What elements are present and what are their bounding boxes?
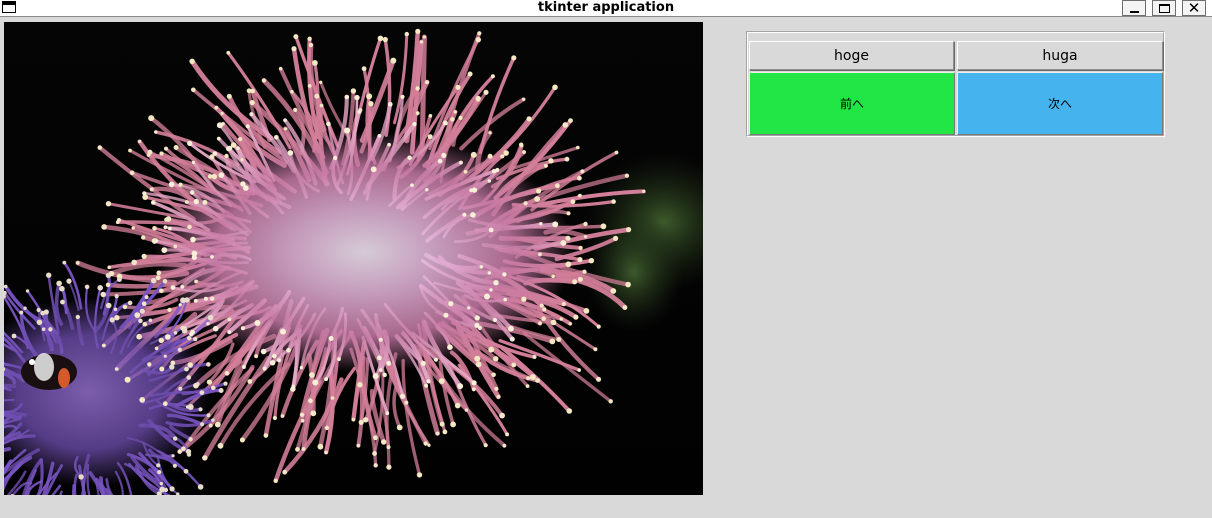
hoge-button[interactable]: hoge — [749, 41, 954, 70]
maximize-icon — [1158, 3, 1170, 13]
app-window: tkinter application ✕ hoge huga 前へ 次へ — [0, 0, 1212, 518]
anemone-image — [4, 22, 703, 495]
close-button[interactable]: ✕ — [1182, 0, 1206, 16]
next-button[interactable]: 次へ — [957, 72, 1163, 135]
minimize-icon — [1129, 11, 1139, 13]
window-title: tkinter application — [537, 0, 675, 15]
previous-button[interactable]: 前へ — [749, 72, 955, 135]
maximize-button[interactable] — [1152, 0, 1176, 16]
close-icon: ✕ — [1187, 0, 1201, 17]
title-bar[interactable]: tkinter application ✕ — [0, 0, 1212, 17]
huga-button[interactable]: huga — [957, 41, 1163, 70]
anemone-photo — [4, 22, 703, 495]
minimize-button[interactable] — [1122, 0, 1146, 16]
